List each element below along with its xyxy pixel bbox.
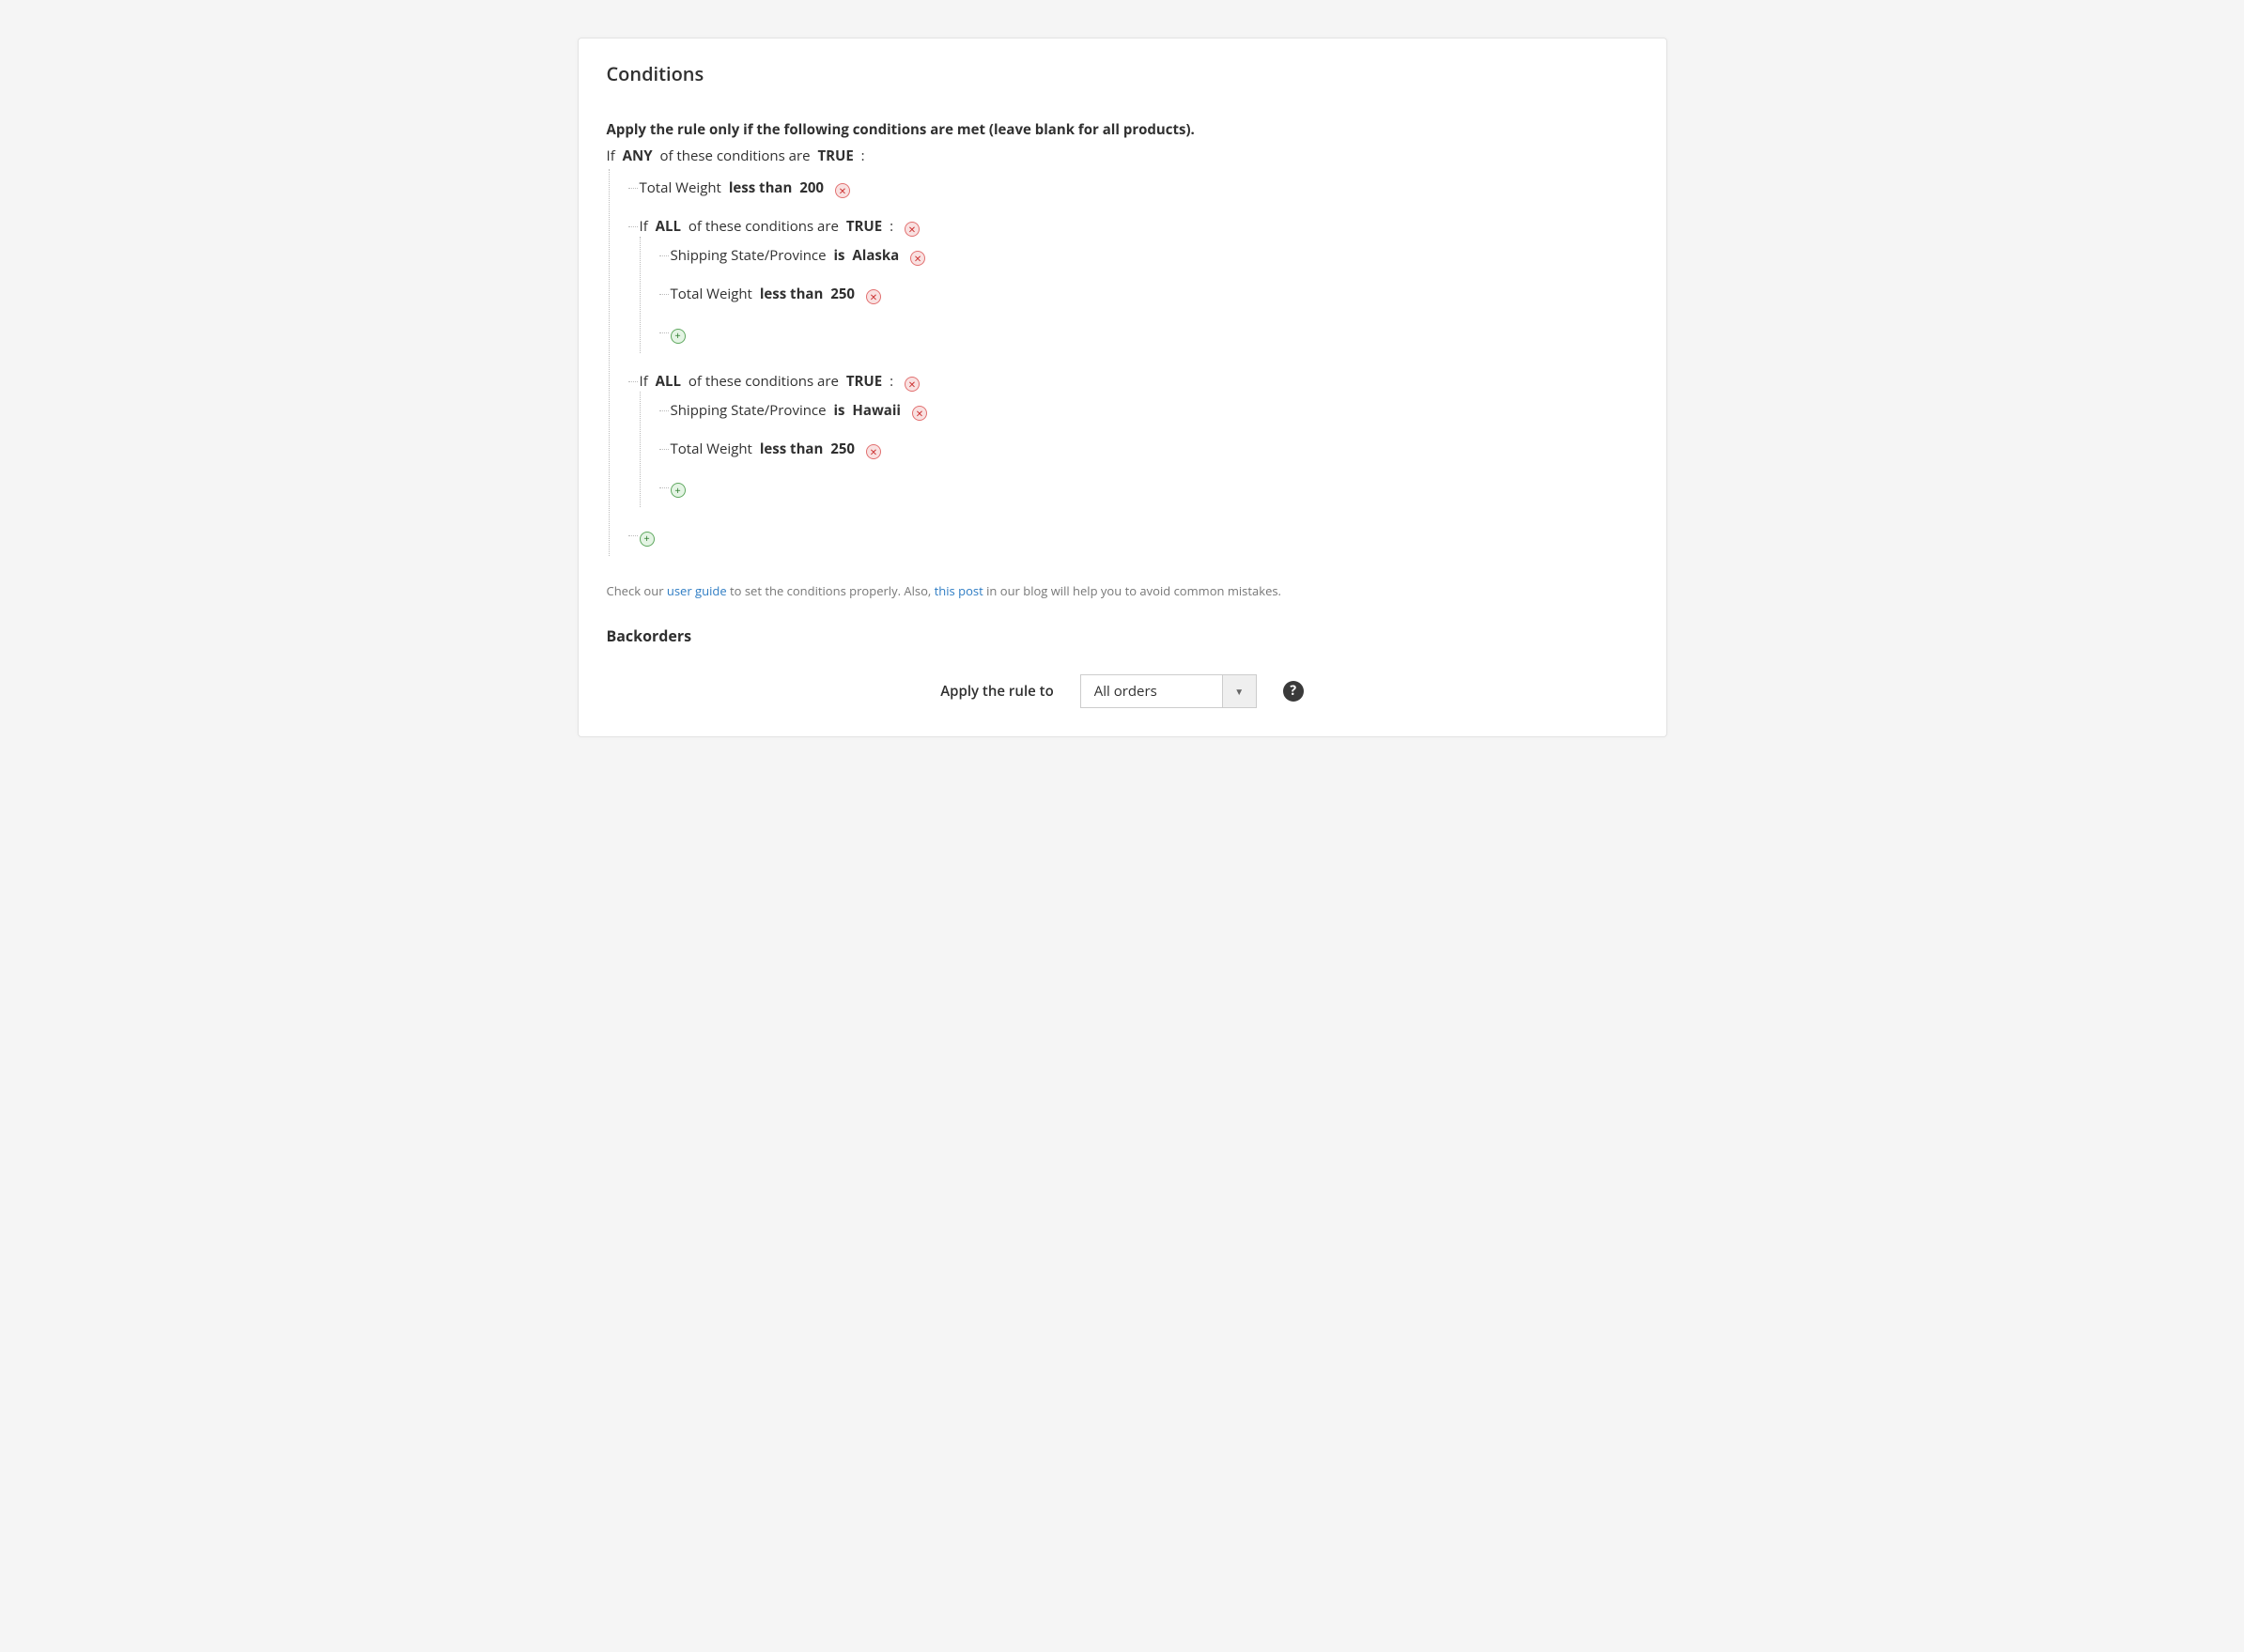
condition-row: Total Weight less than 200 ✕ [628,169,1638,208]
chevron-down-icon: ▼ [1222,675,1256,707]
remove-icon[interactable]: ✕ [866,444,881,459]
panel-title: Conditions [607,61,1638,86]
bool-selector[interactable]: TRUE [846,372,882,391]
backorders-title: Backorders [607,625,1638,646]
condition-row: Shipping State/Province is Alaska ✕ [659,237,1638,275]
hint-text: Check our user guide to set the conditio… [607,582,1638,599]
condition-operator[interactable]: less than [760,440,824,458]
mid-label: of these conditions are [659,147,813,165]
apply-rule-to-label: Apply the rule to [940,682,1054,701]
suffix-label: : [861,147,865,165]
add-icon[interactable]: + [640,532,655,547]
conditions-tree: Total Weight less than 200 ✕ If ALL of t… [609,169,1638,556]
condition-operator[interactable]: is [833,246,844,265]
condition-group: If ALL of these conditions are TRUE : ✕ … [628,208,1638,363]
condition-attribute[interactable]: Total Weight [640,178,721,197]
condition-attribute[interactable]: Shipping State/Province [671,246,827,265]
condition-attribute[interactable]: Shipping State/Province [671,401,827,420]
apply-rule-to-select[interactable]: All orders ▼ [1080,674,1257,708]
condition-attribute[interactable]: Total Weight [671,440,752,458]
apply-rule-to-field: Apply the rule to All orders ▼ ? [607,674,1638,708]
aggregator-selector[interactable]: ALL [656,217,681,236]
select-value: All orders [1081,675,1222,707]
remove-icon[interactable]: ✕ [905,377,920,392]
remove-icon[interactable]: ✕ [866,289,881,304]
aggregator-selector[interactable]: ALL [656,372,681,391]
condition-value[interactable]: 200 [799,178,824,197]
help-icon[interactable]: ? [1283,681,1304,702]
user-guide-link[interactable]: user guide [667,582,727,599]
if-label: If [607,147,615,165]
conditions-instruction: Apply the rule only if the following con… [607,120,1638,139]
add-condition-row: + [659,314,1638,353]
suffix-label: : [890,372,893,391]
if-label: If [640,372,648,391]
condition-operator[interactable]: is [833,401,844,420]
remove-icon[interactable]: ✕ [835,183,850,198]
root-condition-line: If ANY of these conditions are TRUE : [607,147,1638,165]
add-icon[interactable]: + [671,329,686,344]
hint-part: in our blog will help you to avoid commo… [983,582,1281,599]
bool-selector[interactable]: TRUE [846,217,882,236]
condition-row: Total Weight less than 250 ✕ [659,430,1638,469]
condition-value[interactable]: Hawaii [852,401,901,420]
condition-value[interactable]: 250 [830,440,855,458]
mid-label: of these conditions are [689,217,843,236]
conditions-panel: Conditions Apply the rule only if the fo… [578,38,1667,737]
condition-value[interactable]: 250 [830,285,855,303]
condition-group: If ALL of these conditions are TRUE : ✕ … [628,363,1638,517]
condition-value[interactable]: Alaska [852,246,899,265]
condition-row: Shipping State/Province is Hawaii ✕ [659,392,1638,430]
condition-attribute[interactable]: Total Weight [671,285,752,303]
mid-label: of these conditions are [689,372,843,391]
remove-icon[interactable]: ✕ [912,406,927,421]
add-condition-row: + [659,469,1638,508]
condition-operator[interactable]: less than [729,178,793,197]
bool-selector[interactable]: TRUE [817,147,853,165]
hint-part: to set the conditions properly. Also, [727,582,935,599]
remove-icon[interactable]: ✕ [910,251,925,266]
suffix-label: : [890,217,893,236]
if-label: If [640,217,648,236]
add-icon[interactable]: + [671,483,686,498]
blog-post-link[interactable]: this post [935,582,983,599]
condition-row: Total Weight less than 250 ✕ [659,275,1638,314]
condition-operator[interactable]: less than [760,285,824,303]
add-condition-row: + [628,517,1638,556]
hint-part: Check our [607,582,667,599]
aggregator-selector[interactable]: ANY [623,147,653,165]
remove-icon[interactable]: ✕ [905,222,920,237]
